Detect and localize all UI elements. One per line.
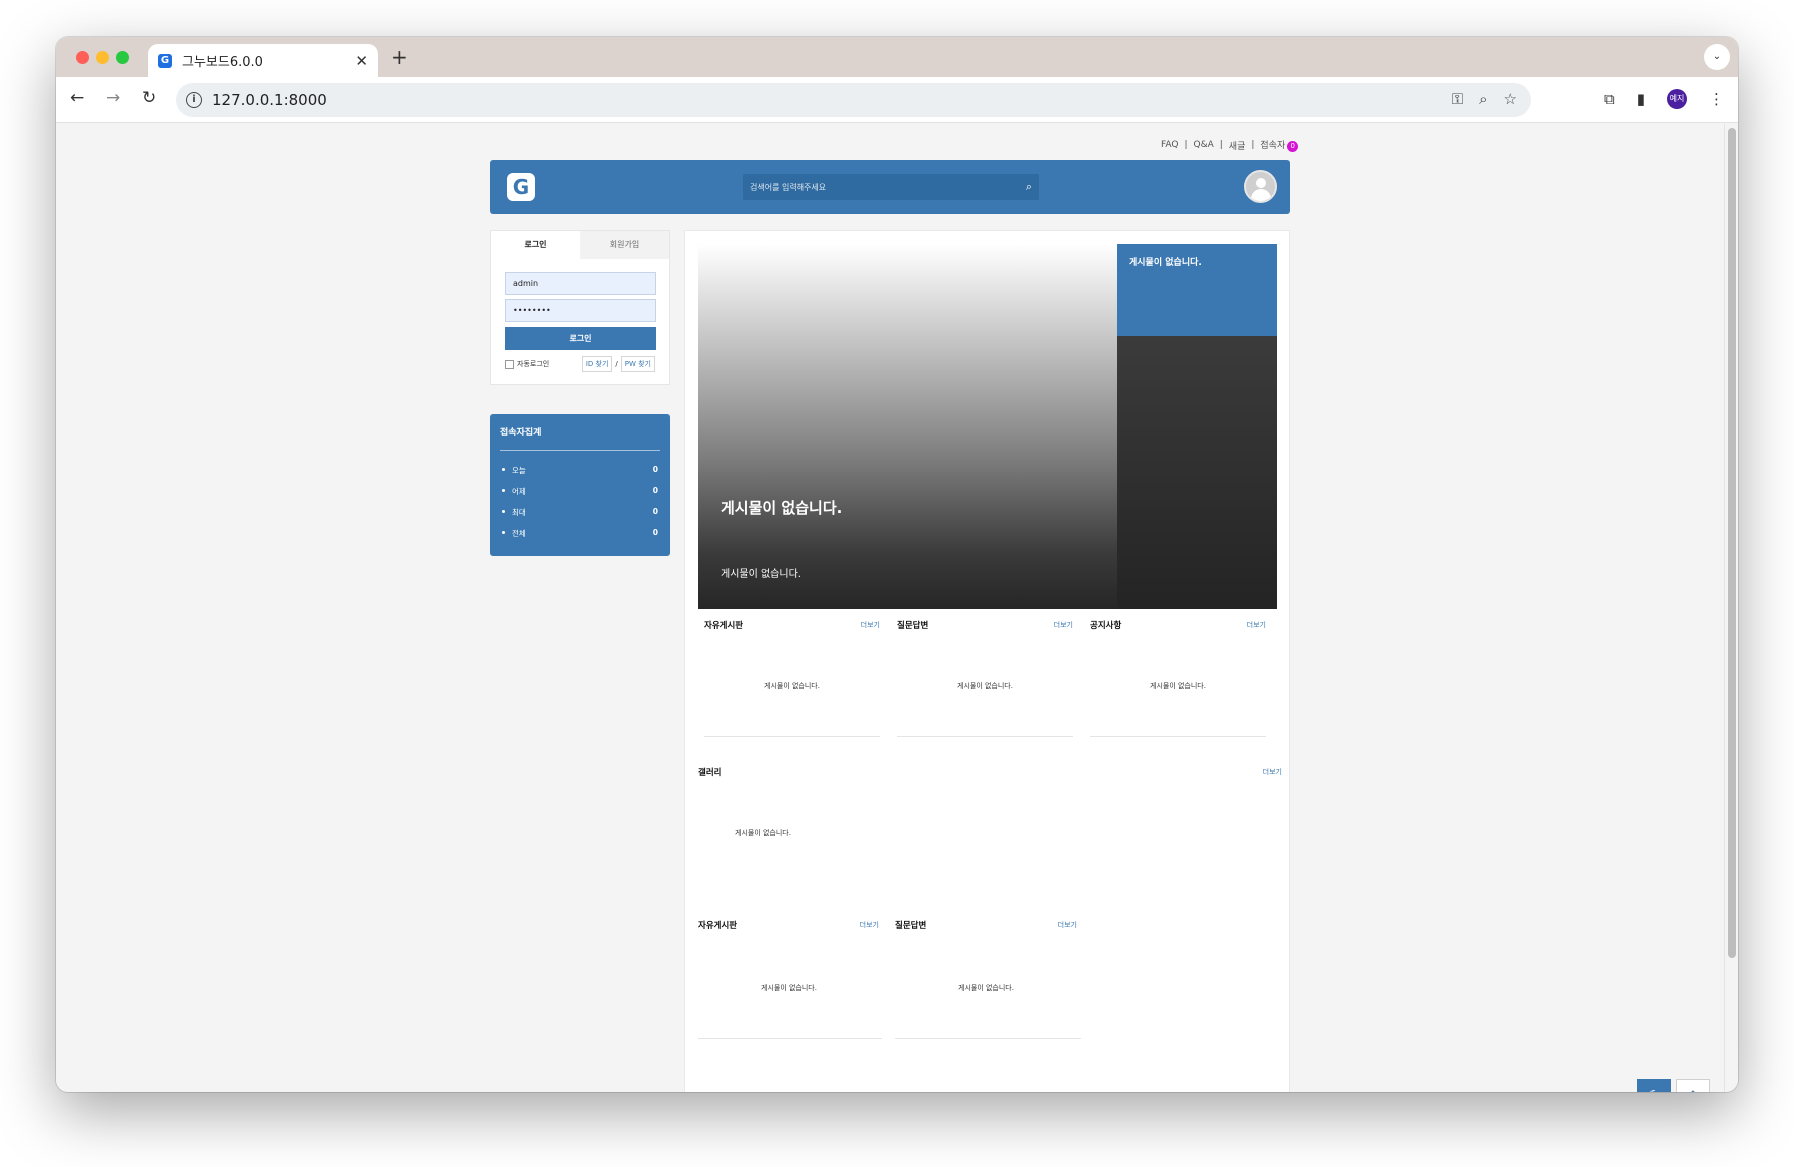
password-field[interactable] <box>505 299 656 322</box>
scrollbar-thumb[interactable] <box>1728 128 1736 958</box>
hero-slide[interactable]: 게시물이 없습니다. 게시물이 없습니다. <box>698 244 1118 609</box>
hero-side-item[interactable]: 게시물이 없습니다. <box>1117 244 1277 336</box>
find-pw-link[interactable]: PW 찾기 <box>620 356 655 372</box>
visit-row-max: 최대 0 <box>502 507 658 518</box>
reload-icon[interactable]: ↻ <box>142 88 156 108</box>
main-content: 게시물이 없습니다. 게시물이 없습니다. 게시물이 없습니다. 자유게시판 더보… <box>684 230 1290 1092</box>
minimize-window-button[interactable] <box>96 51 109 64</box>
search-input[interactable] <box>750 182 1026 192</box>
tab-title: 그누보드6.0.0 <box>182 55 263 70</box>
auto-login-label: 자동로그인 <box>517 360 550 368</box>
top-menu-visitors[interactable]: 접속자 0 <box>1260 138 1299 152</box>
new-tab-icon[interactable]: + <box>391 45 408 69</box>
dark-mode-moon-icon[interactable]: ☾ <box>1637 1079 1671 1092</box>
board-notice: 공지사항 더보기 게시물이 없습니다. <box>1090 619 1266 737</box>
visit-row-total: 전체 0 <box>502 528 658 539</box>
user-avatar[interactable] <box>1244 170 1277 203</box>
bookmark-star-icon[interactable]: ☆ <box>1504 90 1517 108</box>
visitor-stats: 접속자집계 오늘 0 어제 0 최대 0 전체 0 <box>490 414 670 556</box>
visit-row-yesterday: 어제 0 <box>502 486 658 497</box>
search-icon[interactable]: ⌕ <box>1026 180 1032 194</box>
tab-bar: G 그누보드6.0.0 ✕ + ⌄ <box>56 37 1738 77</box>
more-link[interactable]: 더보기 <box>861 620 880 630</box>
address-url[interactable]: 127.0.0.1:8000 <box>212 91 327 109</box>
auto-login-checkbox[interactable] <box>505 359 514 369</box>
visit-row-today: 오늘 0 <box>502 465 658 476</box>
back-icon[interactable]: ← <box>70 88 84 108</box>
forward-icon[interactable]: → <box>106 88 120 108</box>
board-qa-2: 질문답변 더보기 게시물이 없습니다. <box>895 919 1081 1039</box>
board-free-2: 자유게시판 더보기 게시물이 없습니다. <box>698 919 882 1039</box>
board-gallery: 갤러리 더보기 게시물이 없습니다. <box>698 767 1282 837</box>
login-box: 로그인 회원가입 로그인 자동로그인 ID 찾기 / PW 찾기 <box>490 230 670 385</box>
browser-toolbar: ← → ↻ i 127.0.0.1:8000 ⚿ ⌕ ☆ ⧉ ▮ 예지 ⋮ <box>56 77 1738 123</box>
hero-subtitle: 게시물이 없습니다. <box>721 569 801 580</box>
login-button[interactable]: 로그인 <box>505 327 656 350</box>
address-bar[interactable]: i 127.0.0.1:8000 ⚿ ⌕ ☆ <box>176 83 1531 117</box>
more-link[interactable]: 더보기 <box>1058 920 1077 930</box>
side-panel-icon[interactable]: ▮ <box>1637 90 1645 108</box>
top-menu-qa[interactable]: Q&A <box>1193 140 1213 150</box>
board-qa: 질문답변 더보기 게시물이 없습니다. <box>897 619 1073 737</box>
visitor-count-badge: 0 <box>1287 141 1299 152</box>
top-menu-new-posts[interactable]: 새글 <box>1229 139 1246 152</box>
hero-title: 게시물이 없습니다. <box>721 499 843 517</box>
top-menu-faq[interactable]: FAQ <box>1161 140 1178 150</box>
top-menu: FAQ | Q&A | 새글 | 접속자 0 <box>1161 138 1299 152</box>
tab-close-icon[interactable]: ✕ <box>355 52 368 70</box>
extensions-icon[interactable]: ⧉ <box>1604 90 1615 108</box>
site-info-icon[interactable]: i <box>186 92 202 108</box>
more-link[interactable]: 더보기 <box>1263 767 1282 777</box>
site-header: G ⌕ <box>490 160 1290 214</box>
page-viewport: FAQ | Q&A | 새글 | 접속자0 G ⌕ 로그인 회원가입 <box>56 124 1724 1092</box>
visitor-stats-title: 접속자집계 <box>500 428 542 438</box>
tab-search-icon[interactable]: ⌄ <box>1704 44 1730 70</box>
close-window-button[interactable] <box>76 51 89 64</box>
browser-window: G 그누보드6.0.0 ✕ + ⌄ ← → ↻ i 127.0.0.1:8000… <box>56 37 1738 1092</box>
browser-menu-icon[interactable]: ⋮ <box>1709 90 1724 108</box>
site-search: ⌕ <box>743 174 1039 200</box>
maximize-window-button[interactable] <box>116 51 129 64</box>
password-key-icon[interactable]: ⚿ <box>1452 90 1463 108</box>
scroll-top-arrow-icon[interactable]: ↑ <box>1676 1079 1710 1092</box>
hero-side-image <box>1117 336 1277 609</box>
site-logo-icon[interactable]: G <box>507 173 535 201</box>
board-free: 자유게시판 더보기 게시물이 없습니다. <box>704 619 880 737</box>
profile-avatar[interactable]: 예지 <box>1667 89 1687 109</box>
page-scrollbar[interactable] <box>1724 124 1738 1092</box>
zoom-icon[interactable]: ⌕ <box>1479 90 1487 108</box>
more-link[interactable]: 더보기 <box>1247 620 1266 630</box>
tab-login[interactable]: 로그인 <box>491 231 580 259</box>
site-favicon-icon: G <box>158 53 172 68</box>
tab-join[interactable]: 회원가입 <box>580 231 669 259</box>
more-link[interactable]: 더보기 <box>860 920 879 930</box>
more-link[interactable]: 더보기 <box>1054 620 1073 630</box>
browser-tab[interactable]: G 그누보드6.0.0 ✕ <box>148 44 378 77</box>
find-id-link[interactable]: ID 찾기 <box>581 356 613 372</box>
id-field[interactable] <box>505 272 656 295</box>
